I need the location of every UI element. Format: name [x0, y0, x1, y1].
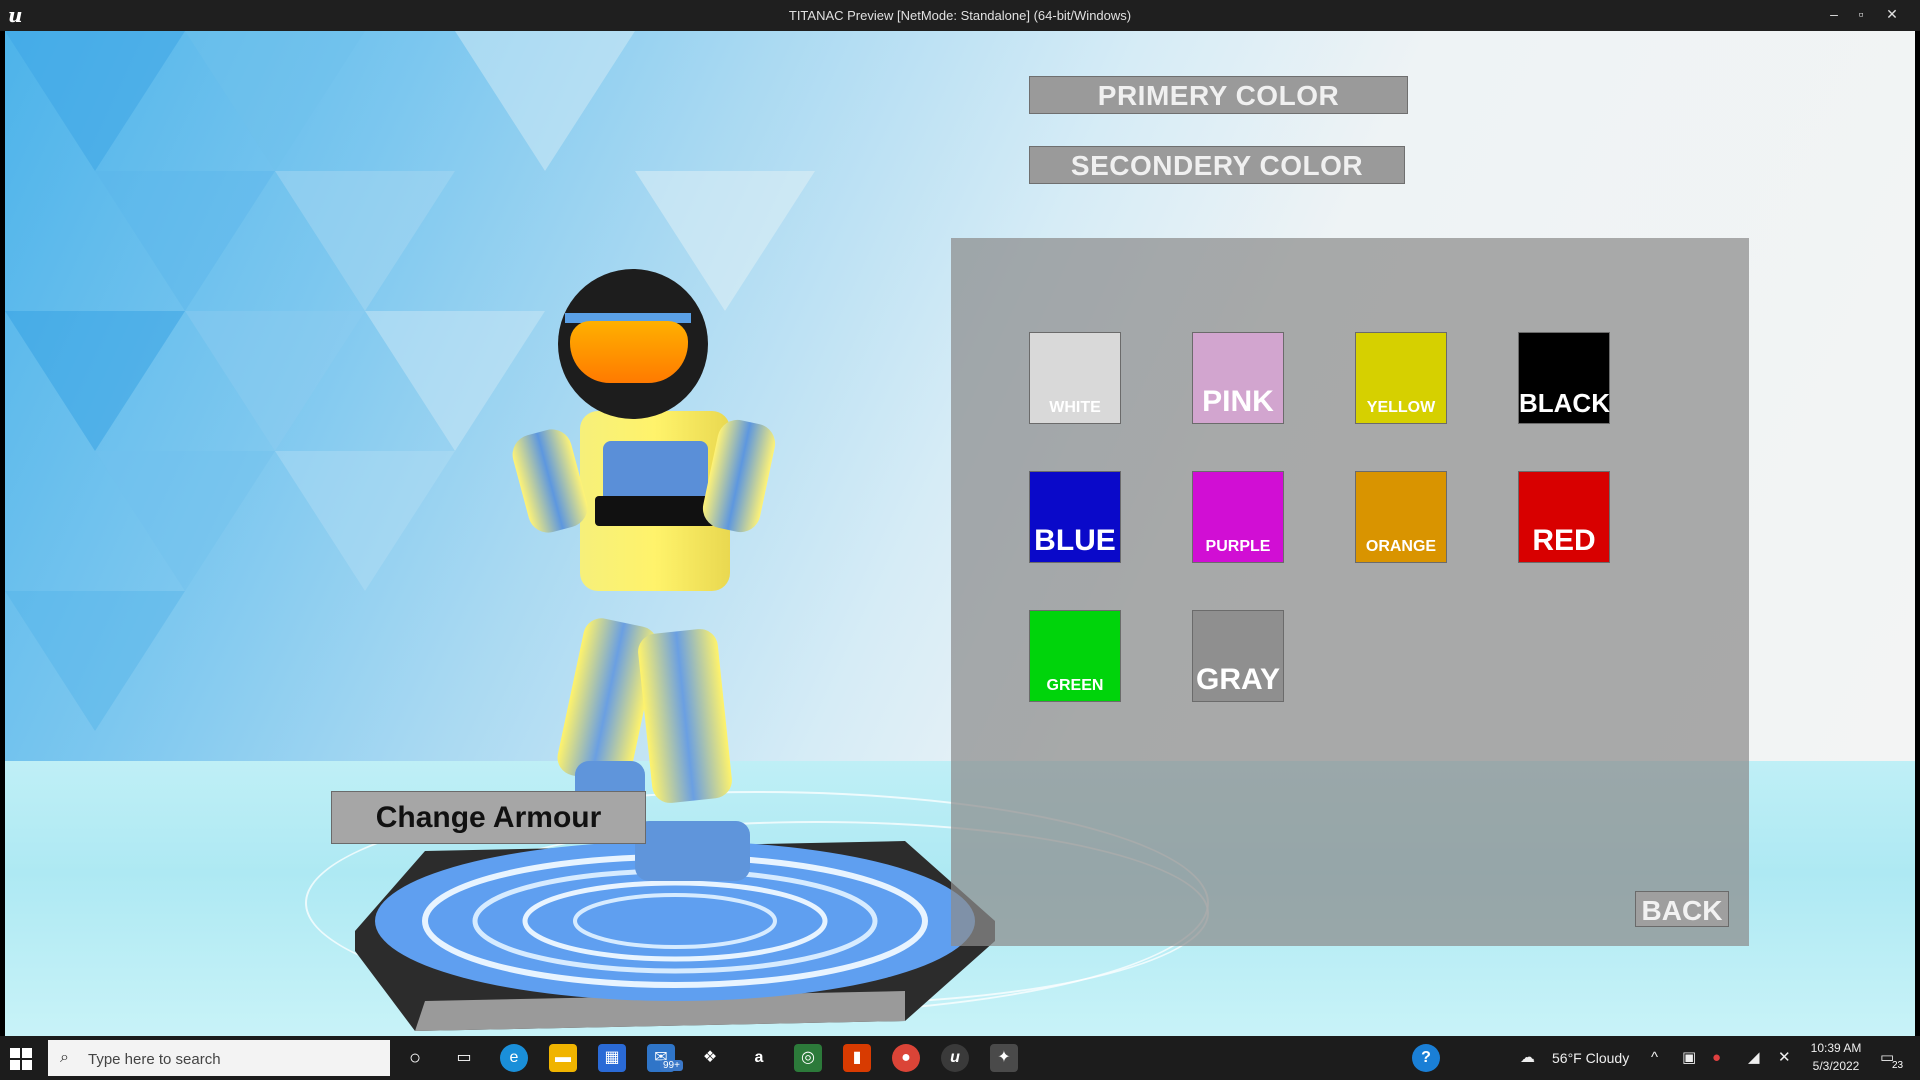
close-button[interactable]: ✕: [1878, 3, 1906, 25]
notifications-icon[interactable]: ▭: [1880, 1036, 1894, 1080]
maximize-button[interactable]: ▫: [1847, 3, 1875, 25]
game-app-icon[interactable]: ✦: [990, 1044, 1018, 1072]
mail-badge: 99+: [660, 1060, 683, 1071]
tray-app-icon[interactable]: ▣: [1682, 1036, 1696, 1080]
minimize-button[interactable]: –: [1820, 3, 1848, 25]
edge-browser-icon[interactable]: e: [500, 1044, 528, 1072]
clock-date[interactable]: 5/3/2022: [1808, 1059, 1864, 1073]
swatch-label: GREEN: [1046, 677, 1104, 694]
swatch-red[interactable]: RED: [1518, 471, 1610, 563]
network-icon[interactable]: ◢: [1748, 1036, 1760, 1080]
swatch-label: BLACK: [1519, 388, 1610, 418]
swatch-label: ORANGE: [1365, 538, 1437, 555]
weather-text[interactable]: 56°F Cloudy: [1552, 1036, 1629, 1080]
swatch-white[interactable]: WHITE: [1029, 332, 1121, 424]
change-armour-button[interactable]: Change Armour: [331, 791, 646, 844]
notification-count: 23: [1892, 1060, 1904, 1071]
swatch-black[interactable]: BLACK: [1518, 332, 1610, 424]
volume-muted-icon[interactable]: ✕: [1778, 1036, 1791, 1080]
unreal-engine-icon[interactable]: u: [941, 1044, 969, 1072]
search-placeholder: Type here to search: [88, 1051, 221, 1068]
help-icon[interactable]: ?: [1412, 1044, 1440, 1072]
cortana-icon[interactable]: ○: [401, 1044, 429, 1072]
swatch-label: BLUE: [1034, 524, 1116, 557]
secondary-color-button[interactable]: SECONDERY COLOR: [1029, 146, 1405, 184]
clock-time[interactable]: 10:39 AM: [1808, 1041, 1864, 1055]
taskbar-search-box[interactable]: ⌕ Type here to search: [48, 1040, 390, 1076]
window-title-bar: u TITANAC Preview [NetMode: Standalone] …: [0, 0, 1920, 31]
swatch-pink[interactable]: PINK: [1192, 332, 1284, 424]
tripadvisor-icon[interactable]: ◎: [794, 1044, 822, 1072]
swatch-label: RED: [1532, 524, 1596, 557]
office-icon[interactable]: ▮: [843, 1044, 871, 1072]
store-icon[interactable]: ▦: [598, 1044, 626, 1072]
swatch-green[interactable]: GREEN: [1029, 610, 1121, 702]
swatch-yellow[interactable]: YELLOW: [1355, 332, 1447, 424]
task-view-icon[interactable]: ▭: [450, 1044, 478, 1072]
file-explorer-icon[interactable]: ▬: [549, 1044, 577, 1072]
color-picker-panel: WHITE PINK YELLOW BLACK BLUE PURPLE ORAN…: [951, 238, 1749, 946]
search-icon: ⌕: [60, 1049, 69, 1066]
swatch-label: YELLOW: [1366, 399, 1436, 416]
back-button[interactable]: BACK: [1635, 891, 1729, 927]
tray-status-icon[interactable]: ●: [1712, 1036, 1721, 1080]
swatch-purple[interactable]: PURPLE: [1192, 471, 1284, 563]
swatch-blue[interactable]: BLUE: [1029, 471, 1121, 563]
amazon-icon[interactable]: a: [745, 1044, 773, 1072]
primary-color-button[interactable]: PRIMERY COLOR: [1029, 76, 1408, 114]
swatch-label: PINK: [1202, 385, 1274, 418]
swatch-label: GRAY: [1196, 663, 1280, 696]
swatch-label: PURPLE: [1205, 538, 1271, 555]
swatch-gray[interactable]: GRAY: [1192, 610, 1284, 702]
dropbox-icon[interactable]: ❖: [696, 1044, 724, 1072]
windows-start-icon[interactable]: [10, 1048, 32, 1070]
window-title: TITANAC Preview [NetMode: Standalone] (6…: [788, 8, 1132, 23]
weather-icon[interactable]: ☁: [1520, 1036, 1535, 1080]
tray-chevron-up-icon[interactable]: ^: [1651, 1036, 1658, 1080]
chrome-icon[interactable]: ●: [892, 1044, 920, 1072]
swatch-label: WHITE: [1049, 399, 1101, 416]
swatch-orange[interactable]: ORANGE: [1355, 471, 1447, 563]
windows-taskbar: ⌕ Type here to search ○ ▭ e ▬ ▦ ✉ 99+ ❖ …: [0, 1036, 1920, 1080]
